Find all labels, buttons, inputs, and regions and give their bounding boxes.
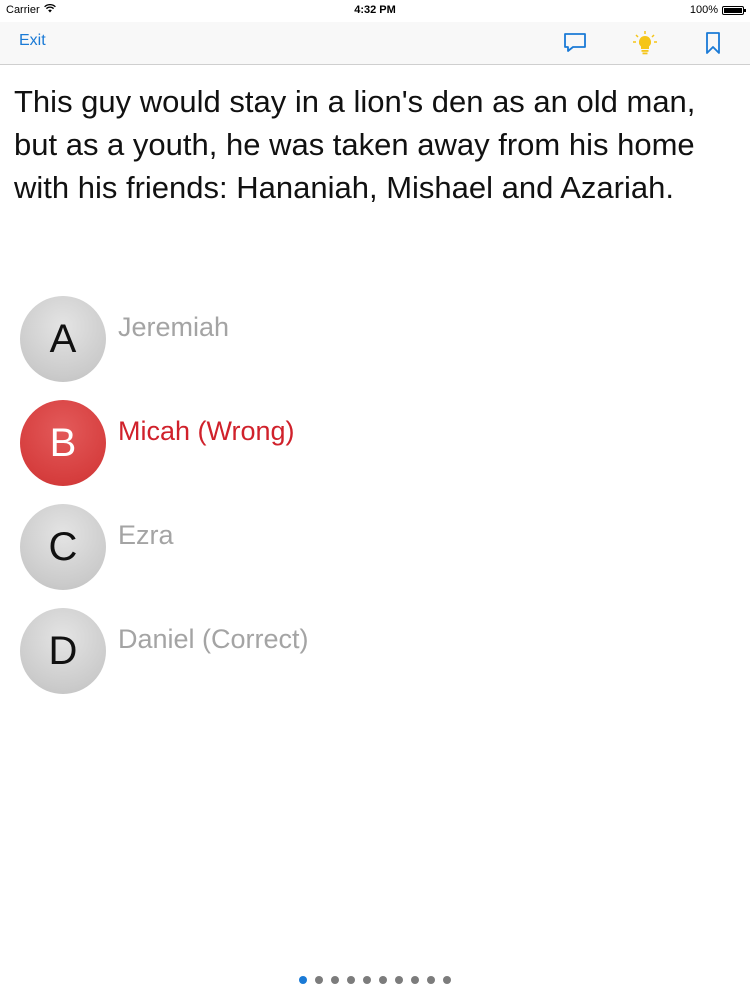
question-text: This guy would stay in a lion's den as a… xyxy=(14,84,696,205)
toolbar: Exit xyxy=(0,22,750,65)
lightbulb-icon[interactable] xyxy=(632,30,658,56)
page-dot[interactable] xyxy=(395,976,403,984)
exit-button[interactable]: Exit xyxy=(19,32,46,50)
status-bar: Carrier 4:32 PM 100% xyxy=(0,0,750,22)
answer-list: A Jeremiah B Micah (Wrong) C Ezra D Dani… xyxy=(20,296,720,712)
page-dot[interactable] xyxy=(379,976,387,984)
page-dot[interactable] xyxy=(315,976,323,984)
page-dot[interactable] xyxy=(331,976,339,984)
answer-option-a[interactable]: A Jeremiah xyxy=(20,296,720,400)
battery-percent: 100% xyxy=(689,4,718,16)
chat-bubble-icon[interactable] xyxy=(562,30,588,56)
page-dot[interactable] xyxy=(347,976,355,984)
answer-text: Micah (Wrong) xyxy=(118,416,295,446)
answer-letter-badge: B xyxy=(20,400,106,486)
answer-text: Jeremiah xyxy=(118,312,230,342)
answer-letter-badge: C xyxy=(20,504,106,590)
answer-letter-badge: A xyxy=(20,296,106,382)
page-dot[interactable] xyxy=(443,976,451,984)
page-dot[interactable] xyxy=(363,976,371,984)
status-time: 4:32 PM xyxy=(354,4,396,16)
page-dot[interactable] xyxy=(427,976,435,984)
answer-letter-badge: D xyxy=(20,608,106,694)
answer-text: Daniel (Correct) xyxy=(118,624,309,654)
answer-text: Ezra xyxy=(118,520,174,550)
answer-option-c[interactable]: C Ezra xyxy=(20,504,720,608)
answer-option-b[interactable]: B Micah (Wrong) xyxy=(20,400,720,504)
page-indicator[interactable] xyxy=(0,976,750,988)
bookmark-icon[interactable] xyxy=(700,30,726,56)
status-right: 100% xyxy=(689,4,746,16)
page-dot-active[interactable] xyxy=(299,976,307,984)
answer-option-d[interactable]: D Daniel (Correct) xyxy=(20,608,720,712)
page-dot[interactable] xyxy=(411,976,419,984)
battery-icon xyxy=(722,5,746,15)
